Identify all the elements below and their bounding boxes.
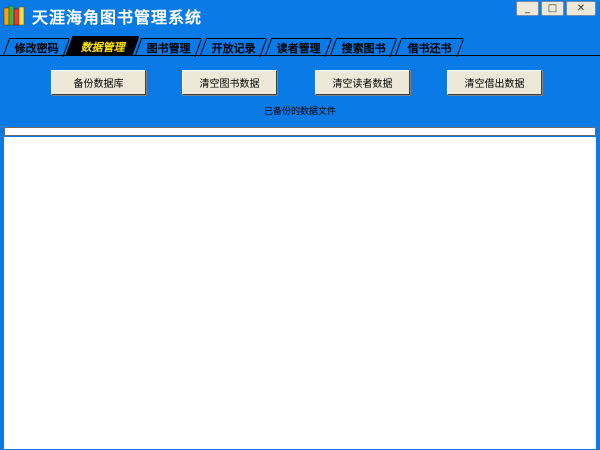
tab-label: 搜索图书 (341, 41, 386, 55)
backup-file-path-field[interactable] (4, 127, 596, 136)
backup-files-label: 已备份的数据文件 (263, 107, 336, 117)
close-button[interactable]: ✕ (566, 1, 596, 16)
tab-label: 图书管理 (146, 41, 191, 55)
clear-reader-data-button[interactable]: 清空读者数据 (315, 70, 410, 95)
tab-reader-management[interactable]: 读者管理 (264, 38, 332, 56)
tab-label: 读者管理 (276, 41, 321, 55)
tab-label: 开放记录 (211, 41, 256, 55)
tab-divider (0, 55, 600, 56)
tab-label: 数据管理 (80, 40, 125, 54)
clear-loan-data-button[interactable]: 清空借出数据 (447, 70, 542, 95)
title-bar: 天涯海角图书管理系统 _ □ ✕ (0, 0, 600, 32)
tab-change-password[interactable]: 修改密码 (2, 38, 70, 56)
app-title: 天涯海角图书管理系统 (32, 8, 203, 27)
backup-file-list[interactable] (4, 137, 596, 449)
tab-bar: 修改密码 数据管理 图书管理 开放记录 读者管理 搜索图书 借书还书 (0, 36, 600, 56)
tab-book-management[interactable]: 图书管理 (134, 38, 202, 56)
tab-open-records[interactable]: 开放记录 (199, 38, 267, 56)
tab-borrow-return[interactable]: 借书还书 (394, 38, 464, 56)
tab-label: 借书还书 (407, 41, 452, 55)
window-controls: _ □ ✕ (516, 1, 596, 16)
minimize-button[interactable]: _ (516, 1, 539, 16)
tab-label: 修改密码 (14, 41, 59, 55)
backup-database-button[interactable]: 备份数据库 (51, 70, 146, 95)
maximize-button[interactable]: □ (541, 1, 564, 16)
tab-data-management[interactable]: 数据管理 (65, 36, 139, 56)
tab-search-books[interactable]: 搜索图书 (329, 38, 397, 56)
books-icon (3, 5, 25, 26)
clear-book-data-button[interactable]: 清空图书数据 (182, 70, 277, 95)
